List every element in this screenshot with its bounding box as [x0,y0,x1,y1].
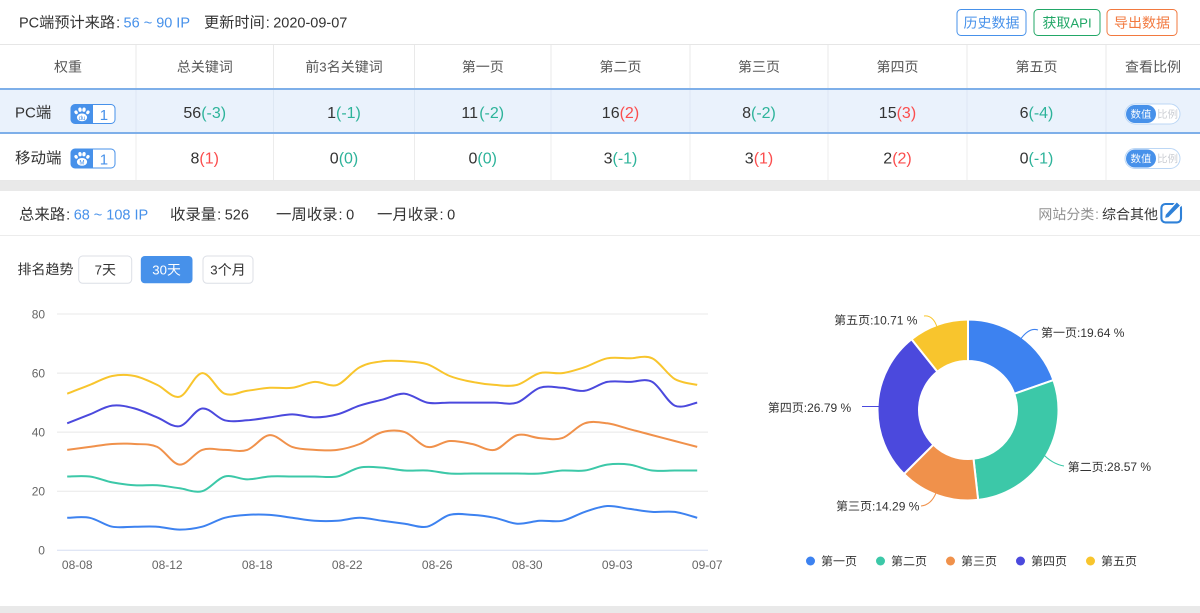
svg-text:(1): (1) [199,151,219,168]
svg-text:09-07: 09-07 [692,558,723,572]
svg-text:1: 1 [100,152,108,169]
svg-text:09-03: 09-03 [602,558,633,572]
svg-text::: : [266,16,270,32]
svg-text:IP: IP [176,16,190,32]
svg-text:0: 0 [330,151,339,168]
svg-text:68: 68 [74,208,90,224]
svg-text:%: % [907,313,918,327]
svg-text::26.79: :26.79 [804,401,838,415]
svg-text:40: 40 [32,426,46,440]
svg-text:(-1): (-1) [613,151,638,168]
svg-text:%: % [1140,460,1151,474]
svg-text:(-1): (-1) [336,105,361,122]
svg-text:11: 11 [461,105,478,122]
svg-text:M: M [79,160,84,167]
svg-text:3: 3 [604,151,613,168]
svg-text:du: du [79,115,86,122]
svg-text:(1): (1) [754,151,774,168]
svg-text:526: 526 [225,208,249,224]
svg-text:2: 2 [883,151,892,168]
svg-text::: : [116,16,120,32]
svg-text:90: 90 [156,16,172,32]
svg-text:3: 3 [210,263,217,278]
svg-text:~: ~ [144,16,152,32]
svg-text:%: % [841,401,852,415]
svg-text:3: 3 [745,151,754,168]
svg-text:(0): (0) [477,151,497,168]
svg-text:60: 60 [32,367,46,381]
svg-text:1: 1 [327,105,336,122]
svg-text:(-4): (-4) [1029,105,1054,122]
svg-text:8: 8 [742,105,751,122]
svg-text:08-22: 08-22 [332,558,363,572]
svg-text:6: 6 [1020,105,1029,122]
svg-text:08-08: 08-08 [62,558,93,572]
svg-text:80: 80 [32,307,46,321]
svg-text:(-3): (-3) [201,105,226,122]
svg-text:IP: IP [135,208,149,224]
svg-text:15: 15 [879,105,897,122]
svg-text:PC: PC [19,16,39,32]
svg-text:(2): (2) [620,105,640,122]
svg-text:1: 1 [100,107,108,124]
svg-text:0: 0 [469,151,478,168]
svg-text:~: ~ [94,208,102,224]
svg-text:%: % [909,499,920,513]
svg-text:30: 30 [152,263,167,278]
svg-text::: : [66,208,70,224]
svg-text:PC: PC [15,105,36,122]
svg-text:(-1): (-1) [1029,151,1054,168]
svg-text:0: 0 [447,208,455,224]
svg-text:0: 0 [1020,151,1029,168]
svg-text:7: 7 [95,263,102,278]
svg-text::28.57: :28.57 [1104,460,1138,474]
svg-text:8: 8 [191,151,200,168]
svg-text:56: 56 [124,16,140,32]
svg-text::: : [1095,207,1099,222]
svg-text:20: 20 [32,485,46,499]
svg-text::: : [440,208,444,224]
svg-text::14.29: :14.29 [872,499,906,513]
svg-text::: : [339,208,343,224]
svg-text:%: % [1114,326,1125,340]
svg-text:(-2): (-2) [751,105,776,122]
svg-text:08-12: 08-12 [152,558,183,572]
svg-text::: : [217,208,221,224]
svg-text:08-26: 08-26 [422,558,453,572]
svg-text:(3): (3) [897,105,917,122]
svg-text:3: 3 [319,60,326,75]
svg-text:(0): (0) [339,151,359,168]
svg-text:08-18: 08-18 [242,558,273,572]
svg-text:0: 0 [38,544,45,558]
svg-text:0: 0 [346,208,354,224]
svg-text::10.71: :10.71 [870,313,904,327]
svg-text:108: 108 [106,208,130,224]
svg-text:16: 16 [602,105,620,122]
svg-text:56: 56 [183,105,201,122]
svg-text:API: API [1070,16,1091,31]
svg-text::19.64: :19.64 [1077,326,1111,340]
svg-text:(-2): (-2) [479,105,504,122]
svg-text:(2): (2) [892,151,912,168]
svg-text:2020-09-07: 2020-09-07 [273,16,347,32]
svg-text:08-30: 08-30 [512,558,543,572]
